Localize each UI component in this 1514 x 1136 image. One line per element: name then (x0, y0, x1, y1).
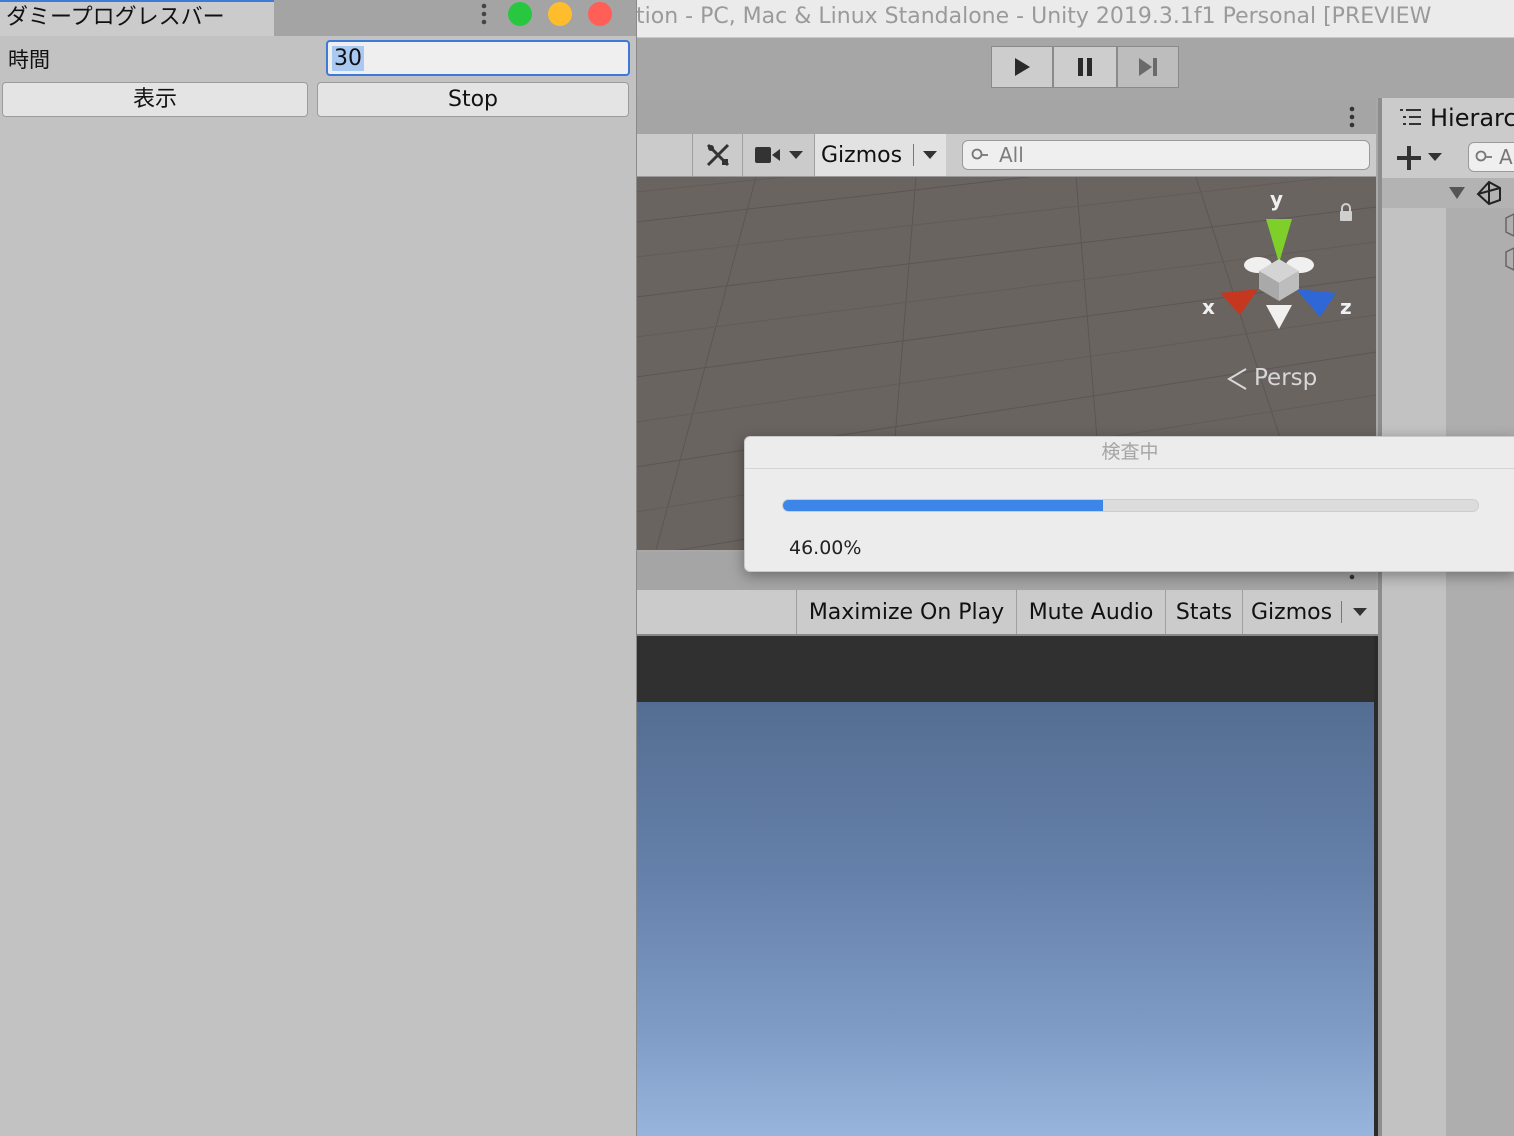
chevron-down-icon[interactable] (1428, 152, 1442, 162)
window-header: ダミープログレスバー (0, 0, 636, 36)
pause-button[interactable] (1053, 46, 1117, 88)
chevron-down-icon (1353, 608, 1367, 616)
close-button[interactable] (588, 2, 612, 26)
progress-percent-text: 46.00% (789, 537, 862, 559)
progress-dialog-title: 検査中 (745, 437, 1514, 469)
stop-button[interactable]: Stop (317, 82, 629, 117)
axis-y-label: y (1270, 187, 1284, 211)
time-field-label: 時間 (8, 48, 50, 72)
camera-dropdown[interactable] (742, 134, 814, 176)
add-icon[interactable] (1396, 145, 1422, 171)
stats-label: Stats (1175, 599, 1233, 625)
persp-label[interactable]: Persp (1254, 365, 1317, 391)
step-button[interactable] (1117, 46, 1179, 88)
pause-icon (1078, 58, 1092, 76)
tools-icon (706, 143, 729, 167)
play-toolbar (636, 38, 1514, 98)
more-options-icon[interactable] (1348, 106, 1356, 128)
play-icon (1015, 58, 1030, 76)
game-gizmos-dropdown[interactable]: Gizmos (1242, 590, 1378, 634)
gizmos-label: Gizmos (1251, 599, 1333, 625)
axis-z-label: z (1340, 295, 1352, 319)
maximize-on-play-label: Maximize On Play (808, 599, 1005, 625)
game-view-render[interactable] (636, 702, 1374, 1136)
game-view-letterbox (636, 636, 1376, 702)
progress-bar-fill (783, 500, 1103, 511)
hierarchy-search-placeholder: A (1499, 145, 1513, 169)
unity-scene-icon (1476, 180, 1501, 206)
scene-toolbar: Gizmos All (636, 134, 1376, 177)
axis-x-label: x (1202, 295, 1215, 319)
chevron-down-icon (788, 151, 803, 159)
hierarchy-tab[interactable]: Hierarc (1382, 98, 1514, 138)
play-button[interactable] (991, 46, 1053, 88)
progress-bar (782, 499, 1479, 512)
maximize-on-play-toggle[interactable]: Maximize On Play (796, 590, 1016, 634)
step-icon (1139, 58, 1157, 76)
more-options-icon[interactable] (480, 3, 488, 25)
list-icon (1400, 109, 1421, 125)
window-title: tion - PC, Mac & Linux Standalone - Unit… (636, 0, 1514, 38)
scene-tab-strip (636, 98, 1376, 134)
gizmos-label: Gizmos (821, 142, 903, 168)
camera-icon (754, 147, 780, 163)
game-toolbar: Maximize On Play Mute Audio Stats Gizmos (636, 590, 1378, 636)
search-icon (1475, 150, 1492, 162)
hierarchy-search-field[interactable]: A (1468, 142, 1514, 172)
stats-toggle[interactable]: Stats (1165, 590, 1242, 634)
mute-audio-toggle[interactable]: Mute Audio (1016, 590, 1165, 634)
chevron-down-icon (923, 151, 937, 159)
minimize-button[interactable] (548, 2, 572, 26)
tools-toggle[interactable] (692, 134, 742, 176)
chevron-left-icon (1227, 368, 1247, 390)
scene-search-field[interactable]: All (962, 140, 1370, 170)
hierarchy-indent-column (1446, 208, 1514, 1136)
window-tab[interactable]: ダミープログレスバー (0, 0, 274, 36)
expand-arrow-icon[interactable] (1448, 186, 1466, 200)
search-placeholder: All (999, 143, 1024, 167)
hierarchy-tab-label: Hierarc (1430, 104, 1514, 132)
zoom-button[interactable] (508, 2, 532, 26)
hierarchy-toolbar: A (1382, 138, 1514, 179)
hierarchy-scene-row[interactable] (1382, 178, 1514, 208)
time-input[interactable]: 30 (326, 40, 630, 76)
mute-audio-label: Mute Audio (1028, 599, 1154, 625)
gizmos-dropdown[interactable]: Gizmos (814, 134, 946, 176)
lock-icon[interactable] (1338, 203, 1354, 223)
gameobject-icon (1505, 213, 1514, 271)
progress-dialog: 検査中 46.00% (744, 436, 1514, 572)
search-icon (971, 148, 988, 160)
dummy-progress-window: ダミープログレスバー 時間 30 表示 Stop (0, 0, 637, 1136)
show-button[interactable]: 表示 (2, 82, 308, 117)
time-input-value: 30 (332, 45, 364, 71)
